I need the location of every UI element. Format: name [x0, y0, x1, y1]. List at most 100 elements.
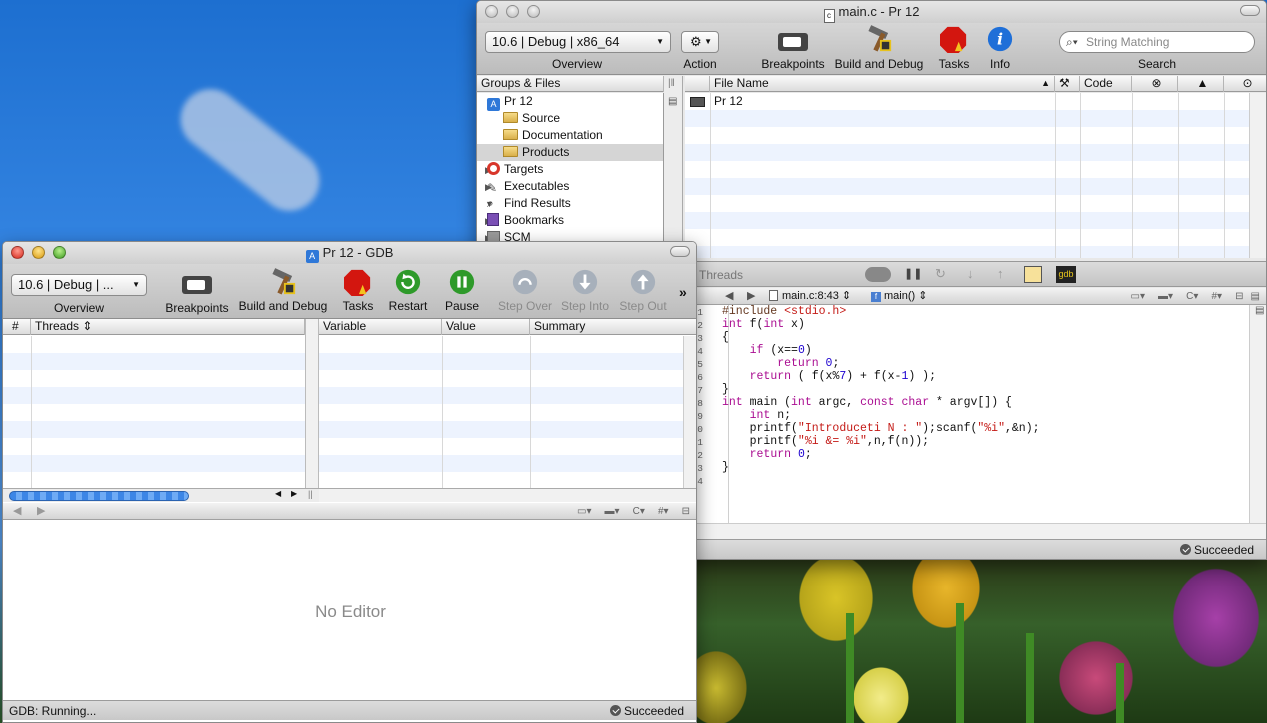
tasks-button[interactable]: Tasks — [333, 268, 383, 313]
pause-icon[interactable]: ❚❚ — [904, 267, 922, 280]
code-editor-scrollbar[interactable]: ▤ — [1249, 305, 1266, 523]
code-line[interactable]: return 0; — [722, 448, 812, 461]
function-popup[interactable]: f main() ⇕ — [871, 288, 927, 304]
search-field[interactable]: ⌕▾ String Matching — [1059, 31, 1255, 53]
toolbar-toggle-button[interactable] — [670, 246, 690, 257]
code-line[interactable]: printf("Introduceti N : ");scanf("%i",&n… — [722, 422, 1040, 435]
groups-pane-scrollbar[interactable]: |‖ ▤ — [664, 76, 683, 243]
scroll-right-icon[interactable]: ▶ — [291, 489, 297, 498]
variable-column[interactable]: Variable — [319, 319, 442, 335]
variables-hscroll[interactable] — [319, 488, 696, 502]
split-handle-icon[interactable]: || — [308, 489, 313, 499]
code-line[interactable]: } — [722, 383, 729, 396]
code-column[interactable]: Code — [1080, 76, 1132, 92]
tree-item-project[interactable]: ▼APr 12 — [477, 93, 663, 111]
code-editor-hscroll[interactable] — [685, 523, 1266, 539]
step-over-button[interactable]: Step Over — [497, 268, 553, 313]
minimize-button[interactable] — [506, 5, 519, 18]
counterpart-icon[interactable]: C▾ — [633, 504, 645, 520]
close-button[interactable] — [11, 246, 24, 259]
build-and-debug-button[interactable]: Build and Debug — [233, 268, 333, 313]
zoom-button[interactable] — [527, 5, 540, 18]
code-line[interactable]: int n; — [722, 409, 791, 422]
nav-forward-button[interactable]: ▶ — [37, 503, 45, 519]
step-out-button[interactable]: Step Out — [615, 268, 671, 313]
breakpoints-button[interactable]: Breakpoints — [757, 27, 829, 71]
target-membership-icon: ⊙ — [1242, 76, 1253, 90]
includes-menu-icon[interactable]: #▾ — [1211, 289, 1222, 305]
breakpoints-menu-icon[interactable]: ▬▾ — [1158, 289, 1173, 305]
code-line[interactable]: #include <stdio.h> — [722, 305, 846, 318]
code-line[interactable]: } — [722, 461, 729, 474]
code-line[interactable]: { — [722, 331, 729, 344]
step-into-button[interactable]: Step Into — [557, 268, 613, 313]
desktop-wallpaper-blur — [168, 77, 332, 223]
console-icon[interactable]: gdb — [1056, 266, 1076, 283]
zoom-button[interactable] — [53, 246, 66, 259]
lock-icon[interactable]: ⊟ — [1235, 289, 1243, 305]
groups-files-header[interactable]: Groups & Files — [477, 76, 664, 92]
gdb-window-titlebar[interactable]: A Pr 12 - GDB — [3, 242, 696, 264]
scroll-left-icon[interactable]: ◀ — [275, 489, 281, 498]
restart-button[interactable]: Restart — [383, 268, 433, 313]
target-column[interactable]: ⊙ — [1224, 76, 1266, 92]
code-line[interactable]: return ( f(x%7) + f(x-1) ); — [722, 370, 936, 383]
threads-hscroll[interactable]: ◀ ▶ || — [3, 488, 319, 502]
tree-item-source[interactable]: ▶Source — [477, 110, 663, 127]
includes-menu-icon[interactable]: #▾ — [658, 504, 669, 520]
thread-number-column[interactable]: # — [3, 319, 31, 335]
bookmarks-menu-icon[interactable]: ▭▾ — [1131, 289, 1145, 305]
action-popup[interactable]: ⚙ ▼ — [681, 31, 719, 53]
tree-item-documentation[interactable]: ▶Documentation — [477, 127, 663, 144]
code-line[interactable]: printf("%i &= %i",n,f(n)); — [722, 435, 929, 448]
breakpoints-menu-icon[interactable]: ▬▾ — [605, 504, 620, 520]
threads-scrollbar[interactable] — [305, 319, 319, 488]
application-icon — [690, 97, 705, 107]
value-column[interactable]: Value — [442, 319, 530, 335]
nav-forward-button[interactable]: ▶ — [747, 288, 755, 304]
file-name-column[interactable]: File Name ▲ — [710, 76, 1055, 92]
tree-item-products[interactable]: ▶Products — [477, 144, 663, 161]
build-and-debug-button[interactable]: Build and Debug — [829, 25, 929, 71]
code-line[interactable]: return 0; — [722, 357, 839, 370]
code-line[interactable]: if (x==0) — [722, 344, 812, 357]
svg-text:i: i — [997, 30, 1003, 49]
pause-button[interactable]: Pause — [439, 268, 485, 313]
build-column[interactable]: ⚒ — [1055, 76, 1080, 92]
table-row[interactable]: Pr 12 — [685, 93, 1055, 110]
tree-item-find-results[interactable]: ▼⌕ Find Results — [477, 195, 663, 212]
files-table-scrollbar[interactable] — [1249, 93, 1266, 258]
breakpoints-toggle-icon[interactable] — [865, 267, 891, 282]
project-window-titlebar[interactable]: c main.c - Pr 12 — [477, 1, 1266, 23]
close-button[interactable] — [485, 5, 498, 18]
variables-scrollbar[interactable] — [683, 336, 696, 488]
tree-item-targets[interactable]: ▶Targets — [477, 161, 663, 178]
tasks-button[interactable]: Tasks — [929, 25, 979, 71]
counterpart-icon[interactable]: C▾ — [1186, 289, 1198, 305]
tree-item-bookmarks[interactable]: ▶Bookmarks — [477, 212, 663, 229]
split-editor-icon[interactable]: ⊟ — [682, 504, 690, 520]
nav-back-button[interactable]: ◀ — [725, 288, 733, 304]
info-button[interactable]: i Info — [979, 25, 1021, 71]
breakpoints-button[interactable]: Breakpoints — [161, 270, 233, 315]
debugger-window-icon[interactable] — [1024, 266, 1042, 283]
summary-column[interactable]: Summary — [530, 319, 696, 335]
toolbar-toggle-button[interactable] — [1240, 5, 1260, 16]
code-line[interactable]: int f(int x) — [722, 318, 805, 331]
split-editor-icon[interactable]: ▤ — [1251, 289, 1260, 305]
file-popup[interactable]: main.c:8:43 ⇕ — [769, 288, 851, 304]
minimize-button[interactable] — [32, 246, 45, 259]
toolbar-overflow-icon[interactable]: » — [679, 284, 687, 300]
editor-area: No Editor — [3, 520, 696, 701]
overview-popup[interactable]: 10.6 | Debug | x86_64 ▼ — [485, 31, 671, 53]
warnings-column[interactable]: ▲ — [1178, 76, 1224, 92]
threads-label[interactable]: Threads — [699, 268, 743, 282]
tree-item-executables[interactable]: ▶✎ Executables — [477, 178, 663, 195]
code-line[interactable]: int main (int argc, const char * argv[])… — [722, 396, 1012, 409]
overview-popup[interactable]: 10.6 | Debug | ... ▼ — [11, 274, 147, 296]
nav-back-button[interactable]: ◀ — [13, 503, 21, 519]
threads-column[interactable]: Threads ⇕ — [31, 319, 305, 335]
errors-column[interactable]: ⊗ — [1132, 76, 1178, 92]
code-editor[interactable]: 1 #include <stdio.h> 2 int f(int x) 3{4 if (… — [685, 305, 1249, 523]
bookmarks-menu-icon[interactable]: ▭▾ — [577, 504, 591, 520]
